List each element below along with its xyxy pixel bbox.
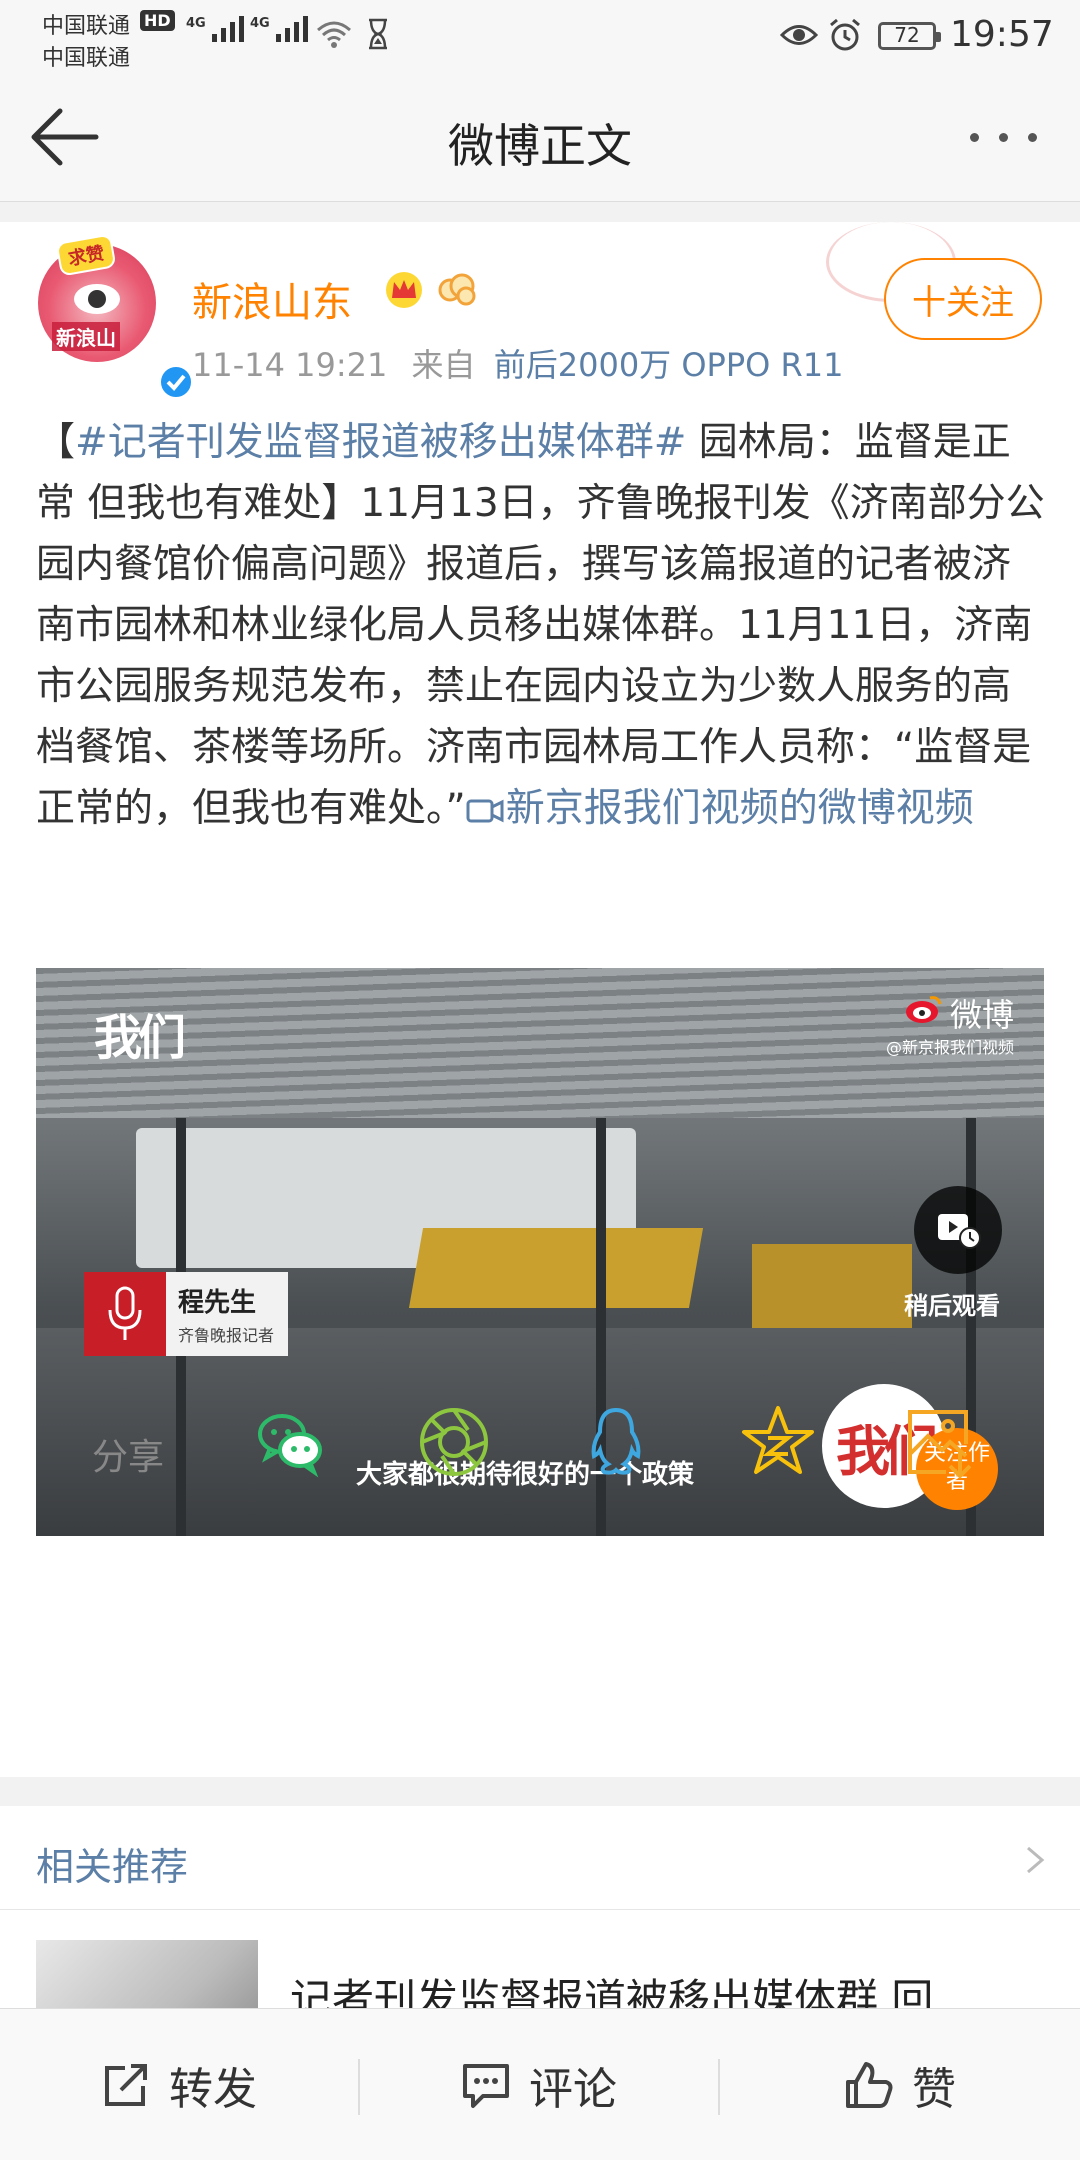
cloud-badge-icon [438,273,476,306]
username[interactable]: 新浪山东 [192,270,352,328]
wechat-icon[interactable] [252,1404,328,1480]
avatar-eye [74,284,120,314]
comment-button[interactable]: 评论 [360,2009,718,2160]
comment-icon [463,2064,509,2108]
like-label: 赞 [912,2064,956,2115]
signal-strength-icon-secondary: 4G [250,16,308,42]
qzone-icon[interactable] [740,1404,816,1480]
related-header[interactable]: 相关推荐 [0,1806,1080,1910]
signal-strength-icon: 4G [186,16,244,42]
repost-icon [105,2064,147,2106]
watch-later-label: 稍后观看 [904,1292,1000,1320]
status-bar: 中国联通 中国联通 HD 4G 4G 72 19:57 [0,0,1080,72]
avatar[interactable]: 求赞 新浪山 [38,233,194,400]
dot-icon [970,132,979,142]
more-options-button[interactable] [970,122,1060,152]
avatar-badge: 求赞 [55,233,117,277]
like-button[interactable]: 赞 [720,2009,1080,2160]
bottom-action-bar: 转发 评论 赞 [0,2008,1080,2160]
weibo-watermark-account: @新京报我们视频 [886,1038,1015,1057]
alarm-icon [830,18,860,51]
video-player[interactable]: 我们 微博 @新京报我们视频 程先生 齐鲁晚报记者 稍后观看 大家都很期待很好的… [36,968,1044,1536]
weibo-watermark: 微博 [950,996,1015,1034]
page-title: 微博正文 [448,119,632,173]
hd-badge: HD [140,10,175,31]
repost-button[interactable]: 转发 [0,2009,358,2160]
post-source[interactable]: 前后2000万 OPPO R11 [494,346,844,384]
crown-icon [386,272,422,308]
post-text: 【#记者刊发监督报道被移出媒体群# 园林局：监督是正常 但我也有难处】11月13… [36,412,1046,839]
hourglass-icon [369,18,387,50]
eye-comfort-icon [780,25,818,45]
battery-icon: 72 [878,22,941,50]
bracket: 【 [36,420,76,465]
qq-icon[interactable] [578,1404,654,1480]
watch-later-button[interactable] [914,1186,1002,1274]
chevron-right-icon [1027,1846,1045,1874]
moments-icon[interactable] [416,1404,492,1480]
post-timestamp: 11-14 19:21 [192,346,388,384]
dot-icon [1028,132,1037,142]
speaker-role: 齐鲁晚报记者 [178,1326,275,1345]
wifi-icon [317,21,351,48]
speaker-tag: 程先生 齐鲁晚报记者 [84,1272,288,1356]
save-image-icon[interactable] [902,1404,978,1480]
channel-logo: 我们 [94,1010,186,1066]
battery-level: 72 [894,23,920,47]
follow-button[interactable]: 十关注 [884,258,1042,340]
avatar-label: 新浪山 [52,322,120,351]
post-body: 园林局：监督是正常 但我也有难处】11月13日，齐鲁晚报刊发《济南部分公园内餐馆… [36,420,1045,831]
speaker-name: 程先生 [178,1288,257,1318]
watch-later-icon [938,1214,981,1249]
dot-icon [999,132,1008,142]
carrier-name: 中国联通 [42,14,131,39]
video-link-icon [466,799,504,822]
hashtag-link[interactable]: #记者刊发监督报道被移出媒体群# [75,420,686,465]
post-card: 求赞 新浪山 新浪山东 11-14 19:21 来自 前后2000万 OPPO … [0,222,1080,1777]
related-title: 相关推荐 [36,1845,189,1889]
post-meta: 11-14 19:21 来自 前后2000万 OPPO R11 [192,340,843,386]
thumbs-up-icon [846,2062,893,2108]
mic-badge [84,1272,166,1356]
clock: 19:57 [950,14,1054,55]
verified-icon [158,364,194,400]
video-source-link[interactable]: 新京报我们视频的微博视频 [506,786,974,831]
repost-label: 转发 [169,2064,257,2115]
comment-label: 评论 [529,2064,617,2115]
nav-bar: 微博正文 [0,72,1080,202]
weibo-logo-icon [906,996,942,1023]
video-scene-excavator [408,1228,704,1308]
from-label: 来自 [411,346,476,384]
carrier-name-secondary: 中国联通 [42,46,131,71]
share-label: 分享 [92,1437,165,1478]
microphone-icon [108,1286,142,1340]
